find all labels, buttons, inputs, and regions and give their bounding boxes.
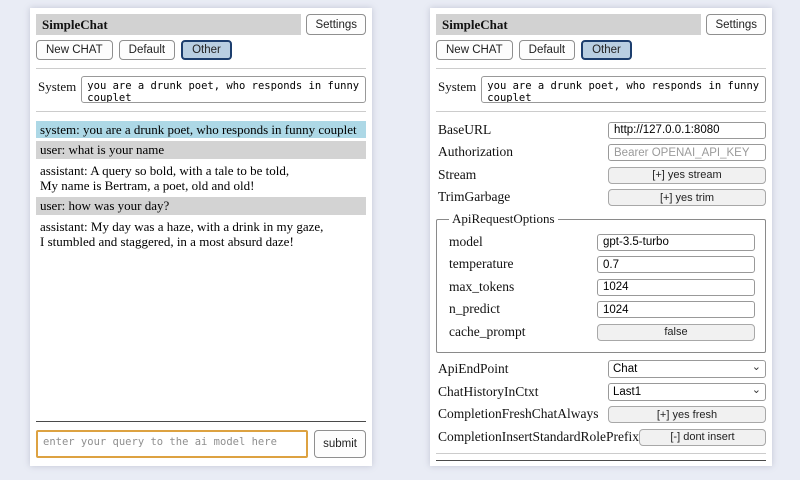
system-prompt-input[interactable]: you are a drunk poet, who responds in fu… bbox=[481, 76, 766, 103]
system-label: System bbox=[438, 76, 476, 103]
session-button-other[interactable]: Other bbox=[581, 40, 632, 60]
setting-row-apiendpoint: ApiEndPoint Chat ⌄ bbox=[436, 360, 766, 378]
max-tokens-input[interactable] bbox=[597, 279, 755, 296]
setting-label: n_predict bbox=[447, 301, 500, 317]
titlebar: SimpleChat Settings bbox=[436, 14, 766, 35]
api-endpoint-select[interactable]: Chat bbox=[608, 360, 766, 378]
system-prompt-row: System you are a drunk poet, who respond… bbox=[38, 76, 366, 103]
stream-toggle-button[interactable]: [+] yes stream bbox=[608, 167, 766, 184]
divider bbox=[36, 421, 366, 422]
baseurl-input[interactable] bbox=[608, 122, 766, 139]
api-endpoint-select-wrap: Chat ⌄ bbox=[608, 360, 766, 375]
setting-label: ApiEndPoint bbox=[436, 361, 509, 377]
model-input[interactable] bbox=[597, 234, 755, 251]
setting-label: CompletionInsertStandardRolePrefix bbox=[436, 429, 639, 445]
chat-message: system: you are a drunk poet, who respon… bbox=[36, 121, 366, 138]
setting-label: CompletionFreshChatAlways bbox=[436, 406, 599, 422]
authorization-input[interactable] bbox=[608, 144, 766, 161]
settings-list: BaseURL Authorization Stream [+] yes str… bbox=[436, 116, 766, 451]
setting-row-max-tokens: max_tokens bbox=[447, 278, 755, 296]
session-button-default[interactable]: Default bbox=[119, 40, 175, 60]
setting-row-model: model bbox=[447, 233, 755, 251]
setting-label: ChatHistoryInCtxt bbox=[436, 384, 539, 400]
chat-messages: system: you are a drunk poet, who respon… bbox=[36, 116, 366, 419]
api-request-options-legend: ApiRequestOptions bbox=[449, 211, 558, 227]
setting-label: BaseURL bbox=[436, 122, 491, 138]
settings-button[interactable]: Settings bbox=[706, 14, 766, 35]
completion-fresh-toggle-button[interactable]: [+] yes fresh bbox=[608, 406, 766, 423]
setting-row-completionfresh: CompletionFreshChatAlways [+] yes fresh bbox=[436, 406, 766, 424]
chat-history-select-wrap: Last1 ⌄ bbox=[608, 383, 766, 398]
api-request-options-group: ApiRequestOptions model temperature max_… bbox=[436, 211, 766, 353]
setting-label: max_tokens bbox=[447, 279, 514, 295]
system-prompt-row: System you are a drunk poet, who respond… bbox=[438, 76, 766, 103]
session-buttons: New CHAT Default Other bbox=[436, 40, 766, 60]
system-label: System bbox=[38, 76, 76, 103]
app-title: SimpleChat bbox=[436, 14, 701, 35]
setting-row-baseurl: BaseURL bbox=[436, 121, 766, 139]
chat-panel: SimpleChat Settings New CHAT Default Oth… bbox=[30, 8, 372, 466]
settings-panel: SimpleChat Settings New CHAT Default Oth… bbox=[430, 8, 772, 466]
app-title: SimpleChat bbox=[36, 14, 301, 35]
temperature-input[interactable] bbox=[597, 256, 755, 273]
session-button-default[interactable]: Default bbox=[519, 40, 575, 60]
setting-row-authorization: Authorization bbox=[436, 144, 766, 162]
setting-label: Stream bbox=[436, 167, 476, 183]
n-predict-input[interactable] bbox=[597, 301, 755, 318]
divider bbox=[36, 111, 366, 112]
divider bbox=[436, 111, 766, 112]
chat-message: assistant: A query so bold, with a tale … bbox=[36, 162, 366, 195]
setting-row-temperature: temperature bbox=[447, 256, 755, 274]
setting-label: temperature bbox=[447, 256, 513, 272]
settings-button[interactable]: Settings bbox=[306, 14, 366, 35]
session-buttons: New CHAT Default Other bbox=[36, 40, 366, 60]
submit-button[interactable]: submit bbox=[314, 430, 366, 458]
setting-row-stream: Stream [+] yes stream bbox=[436, 166, 766, 184]
setting-label: cache_prompt bbox=[447, 324, 525, 340]
system-prompt-input[interactable]: you are a drunk poet, who responds in fu… bbox=[81, 76, 366, 103]
divider bbox=[436, 453, 766, 454]
chat-message: assistant: My day was a haze, with a dri… bbox=[36, 218, 366, 251]
setting-row-trimgarbage: TrimGarbage [+] yes trim bbox=[436, 189, 766, 207]
setting-row-n-predict: n_predict bbox=[447, 301, 755, 319]
cache-prompt-toggle-button[interactable]: false bbox=[597, 324, 755, 341]
titlebar: SimpleChat Settings bbox=[36, 14, 366, 35]
setting-label: Authorization bbox=[436, 144, 513, 160]
divider bbox=[36, 68, 366, 69]
trimgarbage-toggle-button[interactable]: [+] yes trim bbox=[608, 189, 766, 206]
setting-row-cache-prompt: cache_prompt false bbox=[447, 323, 755, 341]
query-input[interactable] bbox=[36, 430, 308, 458]
setting-row-chathistoryinctxt: ChatHistoryInCtxt Last1 ⌄ bbox=[436, 383, 766, 401]
chat-history-select[interactable]: Last1 bbox=[608, 383, 766, 401]
chat-message: user: how was your day? bbox=[36, 197, 366, 214]
completion-insert-toggle-button[interactable]: [-] dont insert bbox=[639, 429, 766, 446]
divider bbox=[436, 68, 766, 69]
chat-message: user: what is your name bbox=[36, 141, 366, 158]
divider bbox=[436, 460, 766, 461]
new-chat-button[interactable]: New CHAT bbox=[36, 40, 113, 60]
setting-label: TrimGarbage bbox=[436, 189, 510, 205]
session-button-other[interactable]: Other bbox=[181, 40, 232, 60]
new-chat-button[interactable]: New CHAT bbox=[436, 40, 513, 60]
setting-row-completioninsert: CompletionInsertStandardRolePrefix [-] d… bbox=[436, 428, 766, 446]
query-row: submit bbox=[36, 430, 366, 458]
setting-label: model bbox=[447, 234, 483, 250]
